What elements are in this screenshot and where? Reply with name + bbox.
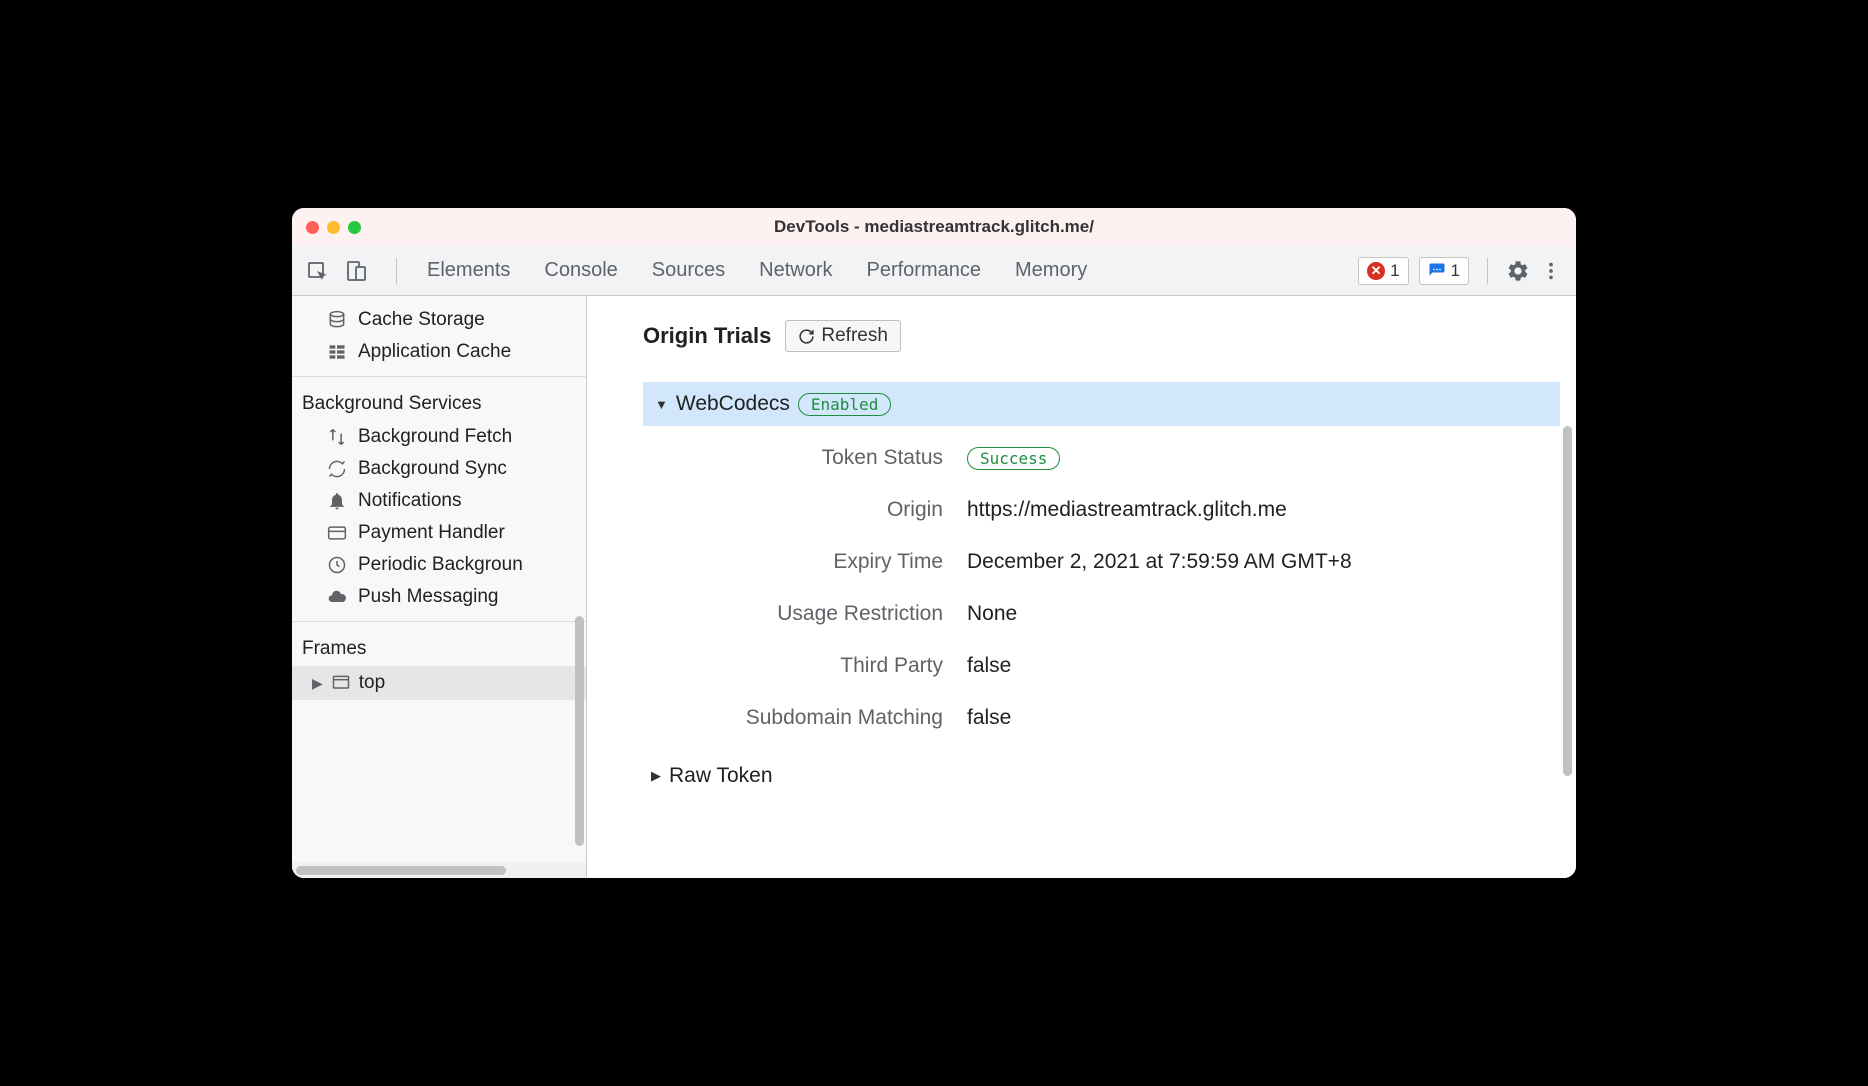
sidebar-item-label: Application Cache	[358, 341, 511, 363]
refresh-icon	[798, 328, 815, 345]
sidebar-heading-frames: Frames	[292, 630, 586, 666]
sidebar-item-push-messaging[interactable]: Push Messaging	[292, 581, 586, 613]
main-area: Cache Storage Application Cache Backgrou…	[292, 296, 1576, 878]
traffic-lights	[306, 221, 361, 234]
token-status-badge: Success	[967, 447, 1060, 470]
sidebar-item-application-cache[interactable]: Application Cache	[292, 336, 586, 368]
minimize-window-button[interactable]	[327, 221, 340, 234]
expand-icon[interactable]: ▶	[651, 768, 661, 784]
detail-label-subdomain: Subdomain Matching	[653, 706, 943, 730]
detail-value-expiry: December 2, 2021 at 7:59:59 AM GMT+8	[967, 550, 1560, 574]
detail-label-token-status: Token Status	[653, 446, 943, 470]
detail-value-origin: https://mediastreamtrack.glitch.me	[967, 498, 1560, 522]
expand-icon[interactable]: ▶	[312, 675, 323, 692]
detail-label-usage: Usage Restriction	[653, 602, 943, 626]
sidebar-heading-bg: Background Services	[292, 385, 586, 421]
raw-token-row[interactable]: ▶ Raw Token	[651, 764, 1560, 788]
sidebar-item-notifications[interactable]: Notifications	[292, 485, 586, 517]
device-toolbar-icon[interactable]	[344, 259, 368, 283]
sidebar-scrollbar[interactable]	[575, 616, 584, 846]
separator	[1487, 258, 1488, 284]
titlebar: DevTools - mediastreamtrack.glitch.me/	[292, 208, 1576, 246]
frame-label: top	[359, 672, 385, 694]
detail-label-thirdparty: Third Party	[653, 654, 943, 678]
bell-icon	[326, 491, 348, 511]
collapse-icon[interactable]: ▼	[655, 397, 668, 412]
tabs-container: Elements Console Sources Network Perform…	[427, 259, 1350, 282]
issues-count[interactable]: 1	[1419, 257, 1469, 285]
sidebar-item-payment-handler[interactable]: Payment Handler	[292, 517, 586, 549]
sidebar-item-cache-storage[interactable]: Cache Storage	[292, 304, 586, 336]
tab-memory[interactable]: Memory	[1015, 259, 1087, 282]
separator	[396, 258, 397, 284]
trial-row-webcodecs[interactable]: ▼ WebCodecs Enabled	[643, 382, 1560, 426]
raw-token-label: Raw Token	[669, 764, 773, 788]
content-panel: Origin Trials Refresh ▼ WebCodecs Enable…	[587, 296, 1576, 878]
sidebar-item-label: Cache Storage	[358, 309, 485, 331]
toolbar: Elements Console Sources Network Perform…	[292, 246, 1576, 296]
grid-icon	[326, 342, 348, 362]
detail-label-expiry: Expiry Time	[653, 550, 943, 574]
errors-count[interactable]: ✕ 1	[1358, 257, 1408, 285]
content-title: Origin Trials	[643, 323, 771, 349]
close-window-button[interactable]	[306, 221, 319, 234]
clock-icon	[326, 555, 348, 575]
sidebar-item-label: Notifications	[358, 490, 462, 512]
sidebar-item-background-sync[interactable]: Background Sync	[292, 453, 586, 485]
sidebar-hscroll-thumb[interactable]	[296, 866, 506, 875]
error-icon: ✕	[1367, 262, 1385, 280]
sidebar-item-label: Background Sync	[358, 458, 507, 480]
detail-value-subdomain: false	[967, 706, 1560, 730]
trial-details: Token Status Success Origin https://medi…	[653, 446, 1560, 730]
detail-label-origin: Origin	[653, 498, 943, 522]
refresh-button[interactable]: Refresh	[785, 320, 901, 352]
issues-count-value: 1	[1451, 261, 1460, 281]
sidebar-item-periodic-background[interactable]: Periodic Backgroun	[292, 549, 586, 581]
sidebar: Cache Storage Application Cache Backgrou…	[292, 296, 587, 878]
errors-count-value: 1	[1390, 261, 1399, 281]
sidebar-item-label: Periodic Backgroun	[358, 554, 523, 576]
window-title: DevTools - mediastreamtrack.glitch.me/	[774, 217, 1094, 237]
detail-value-thirdparty: false	[967, 654, 1560, 678]
issues-icon	[1428, 262, 1446, 280]
settings-icon[interactable]	[1506, 259, 1530, 283]
tab-sources[interactable]: Sources	[652, 259, 725, 282]
sidebar-item-background-fetch[interactable]: Background Fetch	[292, 421, 586, 453]
divider	[292, 376, 586, 377]
more-menu-icon[interactable]	[1540, 260, 1562, 282]
detail-value-usage: None	[967, 602, 1560, 626]
database-icon	[326, 310, 348, 330]
maximize-window-button[interactable]	[348, 221, 361, 234]
cloud-icon	[326, 587, 348, 607]
frame-item-top[interactable]: ▶ top	[292, 666, 586, 700]
trial-status-badge: Enabled	[798, 393, 891, 416]
content-scrollbar[interactable]	[1563, 426, 1572, 776]
tab-elements[interactable]: Elements	[427, 259, 510, 282]
sidebar-item-label: Payment Handler	[358, 522, 505, 544]
tab-console[interactable]: Console	[544, 259, 617, 282]
detail-value-token-status: Success	[967, 446, 1560, 470]
sidebar-hscroll[interactable]	[292, 862, 586, 878]
sidebar-item-label: Push Messaging	[358, 586, 498, 608]
inspect-element-icon[interactable]	[306, 259, 330, 283]
trial-name: WebCodecs	[676, 392, 790, 416]
divider	[292, 621, 586, 622]
frame-icon	[331, 673, 351, 693]
card-icon	[326, 523, 348, 543]
tab-network[interactable]: Network	[759, 259, 832, 282]
refresh-label: Refresh	[821, 325, 888, 347]
transfer-icon	[326, 427, 348, 447]
tab-performance[interactable]: Performance	[867, 259, 982, 282]
sidebar-item-label: Background Fetch	[358, 426, 512, 448]
sync-icon	[326, 459, 348, 479]
devtools-window: DevTools - mediastreamtrack.glitch.me/ E…	[292, 208, 1576, 878]
